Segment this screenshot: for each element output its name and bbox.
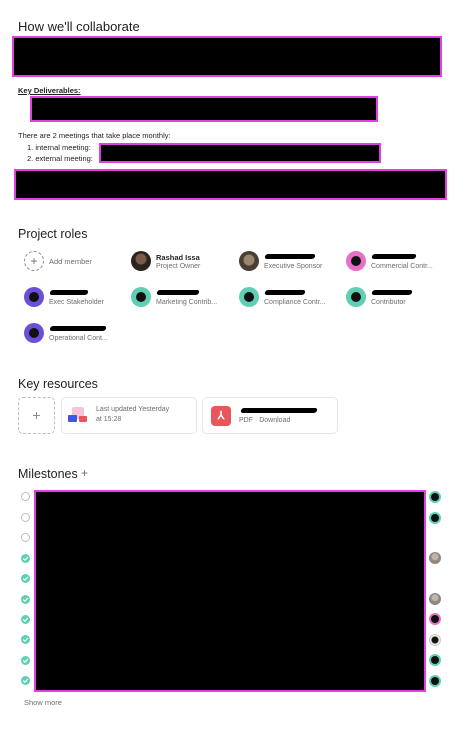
redacted-meetings xyxy=(99,143,381,163)
key-resources-title: Key resources xyxy=(18,377,98,391)
avatar xyxy=(346,251,366,271)
resource-card-pdf[interactable]: ⅄ PDF · Download xyxy=(202,397,338,434)
role-member-exec-stakeholder[interactable]: Exec Stakeholder xyxy=(24,287,124,309)
avatar xyxy=(131,287,151,307)
milestone-check-done[interactable] xyxy=(21,656,30,665)
milestone-check-done[interactable] xyxy=(21,574,30,583)
redacted-name xyxy=(371,290,413,295)
milestone-check-open[interactable] xyxy=(21,533,30,542)
assignee-avatar[interactable] xyxy=(429,552,441,564)
avatar xyxy=(24,323,44,343)
role-member-commercial-contributor[interactable]: Commercial Contr... xyxy=(346,251,446,273)
add-member-label: Add member xyxy=(49,257,92,266)
member-name: Rashad Issa xyxy=(156,253,200,262)
member-role: Compliance Contr... xyxy=(264,299,326,306)
member-role: Exec Stakeholder xyxy=(49,299,104,306)
role-member-operational-contributor[interactable]: Operational Cont... xyxy=(24,323,124,345)
member-role: Contributor xyxy=(371,299,406,306)
add-resource-button[interactable]: + xyxy=(18,397,55,434)
role-member-marketing-contributor[interactable]: Marketing Contrib... xyxy=(131,287,231,309)
avatar xyxy=(131,251,151,271)
collab-title: How we'll collaborate xyxy=(18,19,140,34)
resource-updated-line2: at 15:28 xyxy=(96,416,122,423)
redacted-milestones-list xyxy=(34,490,426,692)
member-role: Executive Sponsor xyxy=(264,263,323,270)
redacted-name xyxy=(156,290,200,295)
key-deliverables-label: Key Deliverables: xyxy=(18,86,81,95)
assignee-avatar[interactable] xyxy=(429,675,441,687)
redacted-name xyxy=(264,254,316,259)
resource-updated-line1: Last updated Yesterday xyxy=(96,406,170,413)
milestone-check-done[interactable] xyxy=(21,676,30,685)
meeting-external-label: 2. external meeting: xyxy=(27,154,93,163)
redacted-name xyxy=(264,290,306,295)
assignee-avatar[interactable] xyxy=(429,654,441,666)
redacted-description xyxy=(12,36,442,77)
member-role: Operational Cont... xyxy=(49,335,108,342)
assignee-avatar[interactable] xyxy=(429,613,441,625)
avatar xyxy=(24,287,44,307)
role-member-contributor[interactable]: Contributor xyxy=(346,287,446,309)
meeting-internal-label: 1. internal meeting: xyxy=(27,143,91,152)
plus-icon: + xyxy=(24,251,44,271)
meetings-text: There are 2 meetings that take place mon… xyxy=(18,131,171,140)
assignee-avatar[interactable] xyxy=(429,593,441,605)
milestone-check-done[interactable] xyxy=(21,595,30,604)
milestone-check-open[interactable] xyxy=(21,492,30,501)
milestone-check-open[interactable] xyxy=(21,513,30,522)
redacted-filename xyxy=(240,408,318,413)
resource-pdf-download: PDF · Download xyxy=(239,417,291,424)
show-more-link[interactable]: Show more xyxy=(24,698,62,707)
member-role: Marketing Contrib... xyxy=(156,299,218,306)
assignee-avatar[interactable] xyxy=(429,634,441,646)
role-member-compliance-contributor[interactable]: Compliance Contr... xyxy=(239,287,339,309)
avatar xyxy=(346,287,366,307)
assignee-avatar[interactable] xyxy=(429,512,441,524)
member-role: Commercial Contr... xyxy=(371,263,433,270)
avatar xyxy=(239,287,259,307)
avatar xyxy=(239,251,259,271)
role-member-project-owner[interactable]: Rashad Issa Project Owner xyxy=(131,251,231,273)
assignee-avatar[interactable] xyxy=(429,491,441,503)
resource-card-document[interactable]: Last updated Yesterday at 15:28 xyxy=(61,397,197,434)
redacted-name xyxy=(371,254,417,259)
redacted-name xyxy=(49,326,107,331)
role-member-executive-sponsor[interactable]: Executive Sponsor xyxy=(239,251,339,273)
milestone-check-done[interactable] xyxy=(21,554,30,563)
add-member-button[interactable]: + Add member xyxy=(24,251,114,273)
milestones-title: Milestones xyxy=(18,467,78,481)
redacted-deliverables xyxy=(30,96,378,122)
add-milestone-button[interactable]: + xyxy=(81,466,88,480)
member-role: Project Owner xyxy=(156,263,201,270)
redacted-notes xyxy=(14,169,447,200)
milestone-check-done[interactable] xyxy=(21,615,30,624)
pdf-icon: ⅄ xyxy=(211,406,231,426)
milestone-check-done[interactable] xyxy=(21,635,30,644)
redacted-name xyxy=(49,290,89,295)
document-thumbnail-icon xyxy=(68,407,90,427)
project-roles-title: Project roles xyxy=(18,227,88,241)
